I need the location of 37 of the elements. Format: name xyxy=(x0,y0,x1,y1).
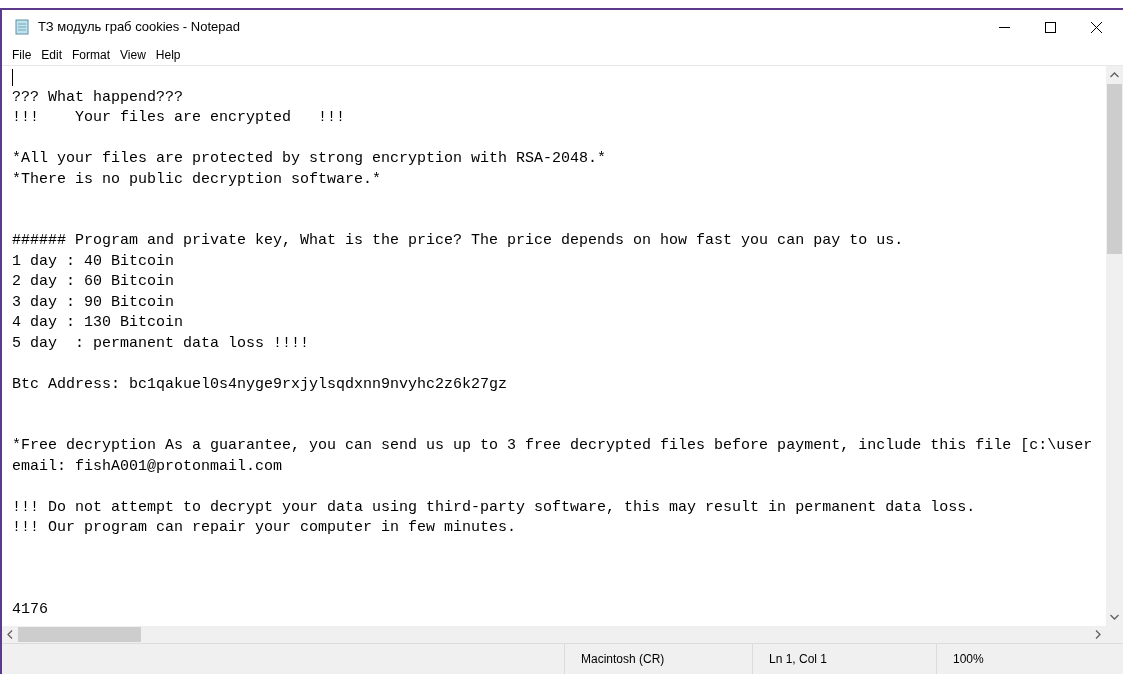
menu-item[interactable]: Help xyxy=(151,45,185,64)
scrollbar-thumb[interactable] xyxy=(18,627,141,642)
scrollbar-thumb[interactable] xyxy=(1107,84,1122,254)
text-line: 3 day : 90 Bitcoin xyxy=(12,293,175,311)
window-title: ТЗ модуль граб cookies - Notepad xyxy=(38,18,240,37)
text-line: *There is no public decryption software.* xyxy=(12,170,382,188)
text-line: 4 day : 130 Bitcoin xyxy=(12,314,184,331)
text-cursor xyxy=(12,69,13,86)
status-text: 100% xyxy=(953,651,984,668)
menu-item[interactable]: File xyxy=(8,45,36,64)
menu-item[interactable]: Edit xyxy=(37,45,67,64)
scroll-right-icon[interactable] xyxy=(1095,630,1101,639)
text-line: 4176 xyxy=(12,601,48,618)
status-text: Ln 1, Col 1 xyxy=(769,651,828,668)
text-line: ??? What happend??? xyxy=(12,88,184,106)
menu-item[interactable]: Format xyxy=(68,45,115,64)
text-line: ###### Program and private key, What is the price? The price depends on how fast you can pay to us. xyxy=(12,232,904,249)
status-text: Macintosh (CR) xyxy=(581,651,665,668)
vertical-scrollbar[interactable] xyxy=(1106,66,1123,643)
text-line: 5 day : permanent data loss !!!! xyxy=(12,334,310,352)
maximize-icon xyxy=(1044,21,1056,33)
text-line: *All your files are protected by strong encryption with RSA-2048.* xyxy=(12,150,607,167)
scroll-down-icon[interactable] xyxy=(1110,614,1119,620)
text-line: *Free decryption As a guarantee, you can send us up to 3 free decrypted files before payment, include this file [c:\user xyxy=(12,437,1093,454)
text-line: !!! Our program can repair your computer in few minutes. xyxy=(12,519,517,536)
close-icon xyxy=(1090,21,1102,33)
horizontal-scrollbar[interactable] xyxy=(2,626,1106,643)
notepad-icon xyxy=(14,19,30,35)
text-line: !!! Do not attempt to decrypt your data using third-party software, this may result in permanent data loss. xyxy=(12,498,976,516)
text-line: 2 day : 60 Bitcoin xyxy=(12,273,175,290)
scroll-left-icon[interactable] xyxy=(7,630,13,639)
text-line: Btc Address: bc1qakuel0s4nyge9rxjylsqdxnn9nvyhc2z6k27gz xyxy=(12,375,508,393)
scroll-up-icon[interactable] xyxy=(1110,72,1119,78)
text-line: 1 day : 40 Bitcoin xyxy=(12,252,175,270)
text-line: email: fishA001@protonmail.com xyxy=(12,457,283,475)
menu-item[interactable]: View xyxy=(116,45,150,64)
text-line: !!! Your files are encrypted !!! xyxy=(12,109,346,126)
